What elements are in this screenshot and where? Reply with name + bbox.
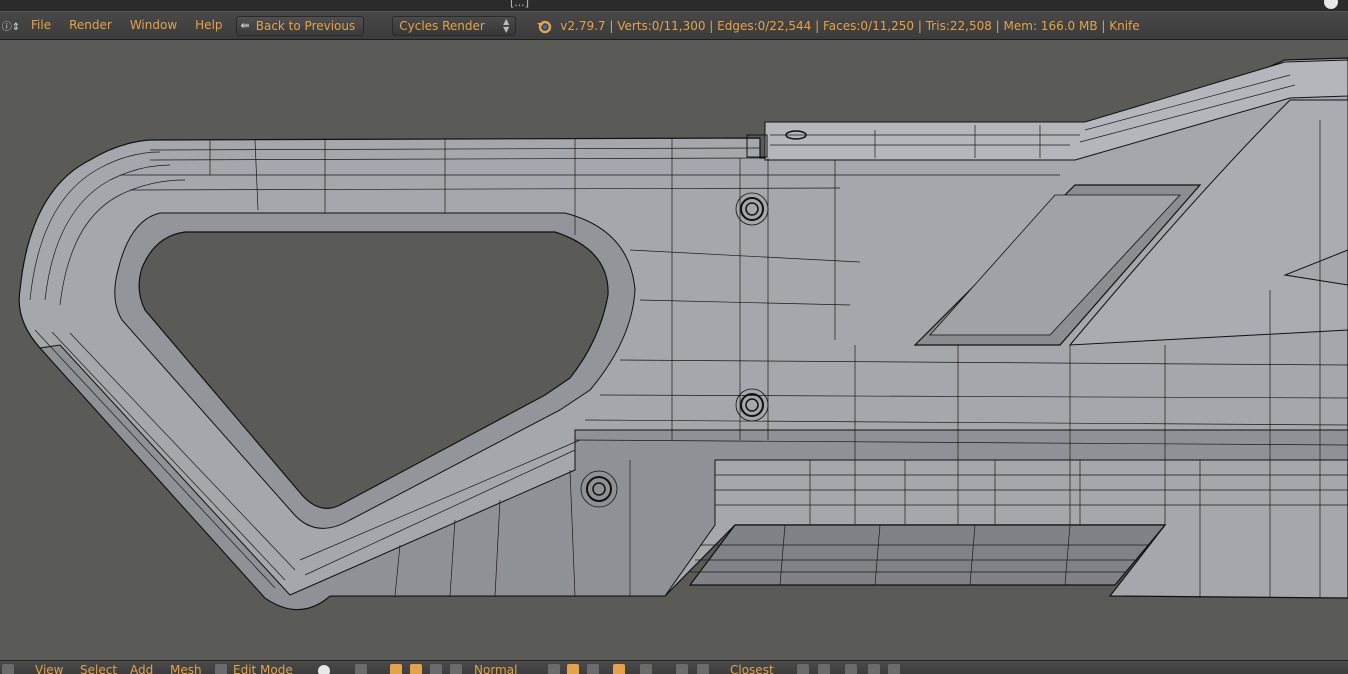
info-header: ⓘ⇕ File Render Window Help ⇚ Back to Pre… bbox=[0, 12, 1348, 40]
mode-select[interactable]: Edit Mode bbox=[233, 663, 293, 674]
menu-view[interactable]: View bbox=[35, 663, 63, 674]
window-titlebar: [...] bbox=[0, 0, 1348, 12]
info-icon[interactable]: ⓘ⇕ bbox=[0, 12, 22, 39]
lower-groove bbox=[688, 524, 1167, 586]
menu-file[interactable]: File bbox=[22, 12, 60, 39]
3d-viewport[interactable] bbox=[0, 40, 1348, 660]
render-engine-value: Cycles Render bbox=[399, 18, 485, 33]
knife-mesh-wireframe bbox=[18, 57, 1348, 611]
window-title: [...] bbox=[510, 0, 530, 9]
transform-orientation-select[interactable]: Normal bbox=[474, 663, 517, 674]
menu-help[interactable]: Help bbox=[186, 12, 231, 39]
menu-add[interactable]: Add bbox=[130, 663, 153, 674]
blender-logo-icon bbox=[536, 18, 552, 34]
close-icon[interactable] bbox=[1324, 0, 1338, 9]
render-engine-select[interactable]: Cycles Render ▲ ▼ bbox=[392, 15, 517, 36]
menu-select[interactable]: Select bbox=[80, 663, 117, 674]
chevron-updown-icon: ▲ ▼ bbox=[503, 16, 510, 34]
3d-view-header: View Select Add Mesh Edit Mode Normal Cl… bbox=[0, 660, 1348, 674]
menu-window[interactable]: Window bbox=[121, 12, 186, 39]
scene-statistics: v2.79.7 | Verts:0/11,300 | Edges:0/22,54… bbox=[560, 18, 1140, 33]
back-to-previous-label: Back to Previous bbox=[255, 18, 356, 33]
menu-render[interactable]: Render bbox=[60, 12, 121, 39]
back-to-previous-button[interactable]: ⇚ Back to Previous bbox=[235, 15, 365, 36]
back-arrow-icon: ⇚ bbox=[240, 19, 250, 32]
snap-target-select[interactable]: Closest bbox=[730, 663, 774, 674]
menu-mesh[interactable]: Mesh bbox=[170, 663, 202, 674]
